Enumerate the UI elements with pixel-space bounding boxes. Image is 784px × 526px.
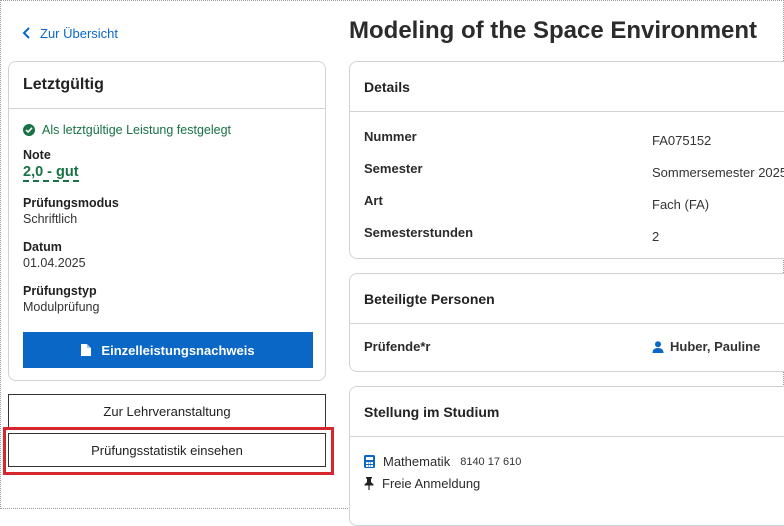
person-link[interactable]: Huber, Pauline: [652, 339, 760, 354]
person-icon: [652, 340, 664, 353]
page-title: Modeling of the Space Environment: [349, 17, 758, 44]
detail-value: Sommersemester 2025: [652, 165, 784, 180]
exam-statistics-button-label: Prüfungsstatistik einsehen: [91, 442, 243, 458]
back-to-overview-link[interactable]: Zur Übersicht: [22, 24, 118, 42]
exam-statistics-button[interactable]: Prüfungsstatistik einsehen: [8, 433, 326, 467]
date-value: 01.04.2025: [23, 256, 86, 270]
person-name: Huber, Pauline: [670, 339, 761, 354]
detail-row: Semester Sommersemester 2025: [350, 161, 784, 193]
detail-row: Semesterstunden 2: [350, 225, 784, 257]
study-position-card: Stellung im Studium Mathematik 8140 17 6…: [349, 386, 784, 526]
final-result-card: Letztgültig Als letztgültige Leistung fe…: [8, 61, 326, 381]
exam-type-label: Prüfungstyp: [23, 284, 97, 298]
persons-card: Beteiligte Personen Prüfende*r Huber, Pa…: [349, 273, 784, 372]
exam-type-value: Modulprüfung: [23, 300, 100, 314]
grade-value[interactable]: 2,0 - gut: [23, 164, 79, 182]
details-card: Details Nummer FA075152 Semester Sommers…: [349, 61, 784, 259]
exam-mode-value: Schriftlich: [23, 212, 78, 226]
registration-row: Freie Anmeldung: [364, 476, 480, 491]
study-program-name: Mathematik: [383, 454, 451, 469]
grade-label: Note: [23, 148, 51, 162]
back-link-label: Zur Übersicht: [40, 25, 119, 41]
detail-label: Nummer: [364, 129, 417, 144]
detail-label: Semesterstunden: [364, 225, 474, 240]
detail-value: Fach (FA): [652, 197, 710, 212]
detail-value: 2: [652, 229, 660, 244]
person-role: Prüfende*r: [364, 339, 431, 354]
study-program-code: 8140 17 610: [460, 455, 522, 468]
course-button[interactable]: Zur Lehrveranstaltung: [8, 394, 326, 428]
date-label: Datum: [23, 240, 62, 254]
pin-icon: [364, 477, 374, 490]
calculator-icon: [364, 455, 375, 468]
certificate-button[interactable]: Einzelleistungsnachweis: [23, 332, 313, 368]
detail-label: Semester: [364, 161, 423, 176]
course-button-label: Zur Lehrveranstaltung: [103, 403, 231, 419]
check-circle-icon: [23, 124, 35, 136]
person-row: Prüfende*r Huber, Pauline: [350, 339, 784, 371]
chevron-left-icon: [22, 27, 30, 39]
study-heading: Stellung im Studium: [350, 387, 784, 437]
exam-mode-label: Prüfungsmodus: [23, 196, 119, 210]
detail-row: Nummer FA075152: [350, 129, 784, 161]
final-status: Als letztgültige Leistung festgelegt: [23, 123, 311, 137]
registration-text: Freie Anmeldung: [382, 476, 481, 491]
detail-label: Art: [364, 193, 383, 208]
document-icon: [81, 344, 92, 356]
details-heading: Details: [350, 62, 784, 112]
study-program-row: Mathematik 8140 17 610: [364, 454, 521, 469]
detail-row: Art Fach (FA): [350, 193, 784, 225]
persons-heading: Beteiligte Personen: [350, 274, 784, 324]
final-result-title: Letztgültig: [9, 62, 325, 109]
detail-value: FA075152: [652, 133, 712, 148]
certificate-button-label: Einzelleistungsnachweis: [101, 342, 255, 358]
final-status-text: Als letztgültige Leistung festgelegt: [42, 123, 232, 137]
